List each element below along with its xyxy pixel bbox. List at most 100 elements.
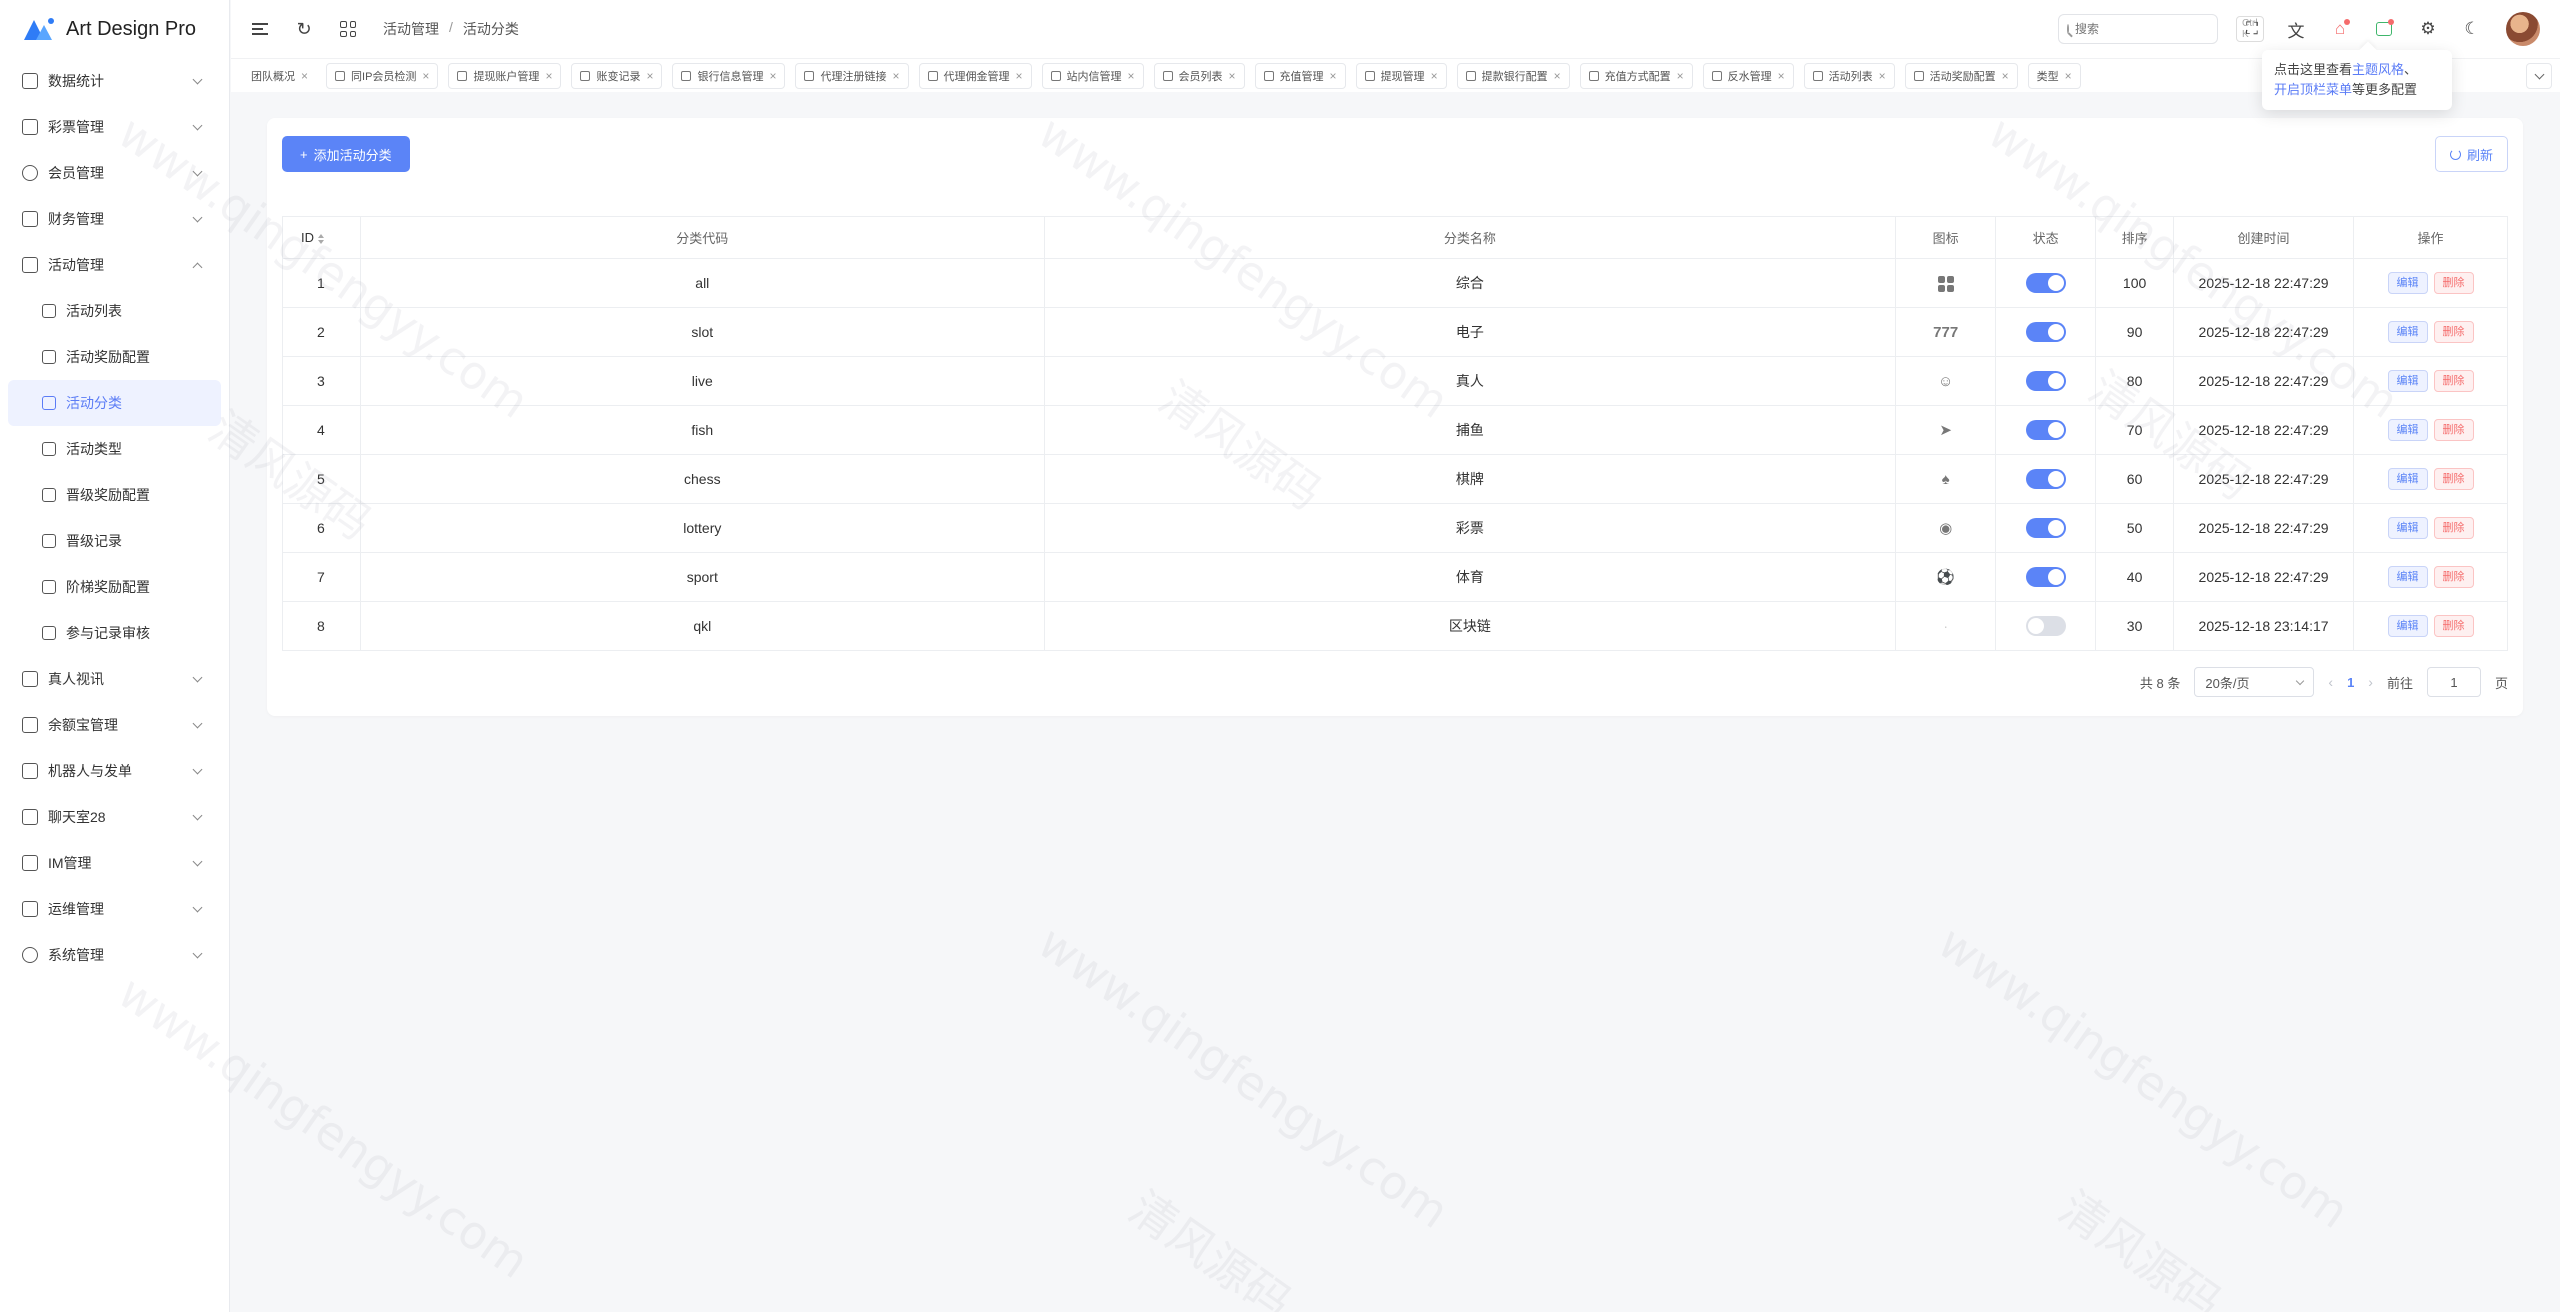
- status-switch[interactable]: [2025, 273, 2066, 293]
- jump-page-input[interactable]: [2426, 667, 2481, 697]
- close-icon[interactable]: ×: [1554, 69, 1561, 83]
- tabs-more-button[interactable]: [2526, 63, 2552, 89]
- tab-agent-commission[interactable]: 代理佣金管理 ×: [918, 62, 1032, 89]
- sidebar-item-data-stats[interactable]: 数据统计: [0, 58, 229, 104]
- sidebar-item-member-mgmt[interactable]: 会员管理: [0, 150, 229, 196]
- delete-button[interactable]: 删除: [2433, 517, 2474, 539]
- close-icon[interactable]: ×: [1016, 69, 1023, 83]
- tab-activity-reward-config[interactable]: 活动奖励配置 ×: [1904, 62, 2018, 89]
- sidebar-item-activity-mgmt[interactable]: 活动管理: [0, 242, 229, 288]
- status-switch[interactable]: [2025, 616, 2066, 636]
- tab-bank-info[interactable]: 银行信息管理 ×: [672, 62, 786, 89]
- sidebar-item-ops-mgmt[interactable]: 运维管理: [0, 886, 229, 932]
- chat-monitor-icon[interactable]: [2374, 19, 2394, 39]
- tab-balance-records[interactable]: 账变记录 ×: [571, 62, 663, 89]
- edit-button[interactable]: 编辑: [2387, 517, 2428, 539]
- sidebar-item-finance-mgmt[interactable]: 财务管理: [0, 196, 229, 242]
- sidebar-item-system-mgmt[interactable]: 系统管理: [0, 932, 229, 978]
- edit-button[interactable]: 编辑: [2387, 370, 2428, 392]
- close-icon[interactable]: ×: [769, 69, 776, 83]
- sidebar-item-live-video[interactable]: 真人视讯: [0, 656, 229, 702]
- status-switch[interactable]: [2025, 420, 2066, 440]
- tab-recharge-mgmt[interactable]: 充值管理 ×: [1254, 62, 1346, 89]
- language-icon[interactable]: 文: [2286, 19, 2306, 41]
- status-switch[interactable]: [2025, 322, 2066, 342]
- sidebar-item-activity-type[interactable]: 活动类型: [0, 426, 229, 472]
- column-header-id[interactable]: ID: [282, 216, 361, 259]
- close-icon[interactable]: ×: [2002, 69, 2009, 83]
- sidebar-item-tier-reward-config[interactable]: 阶梯奖励配置: [0, 564, 229, 610]
- settings-gear-icon[interactable]: ⚙: [2418, 19, 2438, 39]
- refresh-button[interactable]: 刷新: [2434, 136, 2508, 172]
- add-category-button[interactable]: + 添加活动分类: [282, 136, 410, 172]
- close-icon[interactable]: ×: [301, 69, 308, 83]
- app-logo[interactable]: Art Design Pro: [0, 0, 229, 58]
- tab-agent-links[interactable]: 代理注册链接 ×: [795, 62, 909, 89]
- edit-button[interactable]: 编辑: [2387, 468, 2428, 490]
- breadcrumb-item[interactable]: 活动管理: [383, 19, 439, 39]
- tooltip-link-top-menu[interactable]: 开启顶栏菜单: [2274, 82, 2352, 97]
- status-switch[interactable]: [2025, 567, 2066, 587]
- sidebar-item-promotion-reward-config[interactable]: 晋级奖励配置: [0, 472, 229, 518]
- delete-button[interactable]: 删除: [2433, 272, 2474, 294]
- delete-button[interactable]: 删除: [2433, 566, 2474, 588]
- fullscreen-icon[interactable]: ⛶: [2242, 19, 2262, 39]
- tab-withdraw-bank-config[interactable]: 提款银行配置 ×: [1456, 62, 1570, 89]
- close-icon[interactable]: ×: [1879, 69, 1886, 83]
- sidebar-item-activity-list[interactable]: 活动列表: [0, 288, 229, 334]
- close-icon[interactable]: ×: [2065, 69, 2072, 83]
- close-icon[interactable]: ×: [422, 69, 429, 83]
- apps-grid-icon[interactable]: [339, 20, 357, 38]
- sidebar-item-promotion-records[interactable]: 晋级记录: [0, 518, 229, 564]
- delete-button[interactable]: 删除: [2433, 419, 2474, 441]
- global-search[interactable]: Ctrl K: [2058, 14, 2264, 44]
- close-icon[interactable]: ×: [1677, 69, 1684, 83]
- tab-rebate-mgmt[interactable]: 反水管理 ×: [1702, 62, 1794, 89]
- delete-button[interactable]: 删除: [2433, 468, 2474, 490]
- edit-button[interactable]: 编辑: [2387, 615, 2428, 637]
- close-icon[interactable]: ×: [892, 69, 899, 83]
- sidebar-item-activity-reward-config[interactable]: 活动奖励配置: [0, 334, 229, 380]
- tab-team-overview[interactable]: 团队概况 ×: [251, 62, 317, 89]
- tooltip-link-theme[interactable]: 主题风格: [2352, 62, 2404, 77]
- close-icon[interactable]: ×: [1330, 69, 1337, 83]
- delete-button[interactable]: 删除: [2433, 321, 2474, 343]
- tab-activity-type[interactable]: 类型 ×: [2027, 62, 2081, 89]
- page-number-current[interactable]: 1: [2347, 675, 2354, 690]
- sort-icon[interactable]: [318, 234, 324, 244]
- status-switch[interactable]: [2025, 469, 2066, 489]
- close-icon[interactable]: ×: [545, 69, 552, 83]
- sidebar-item-lottery-mgmt[interactable]: 彩票管理: [0, 104, 229, 150]
- close-icon[interactable]: ×: [646, 69, 653, 83]
- user-avatar[interactable]: [2506, 12, 2540, 46]
- tab-same-ip-check[interactable]: 同IP会员检测 ×: [326, 62, 439, 89]
- tab-inbox[interactable]: 站内信管理 ×: [1041, 62, 1144, 89]
- close-icon[interactable]: ×: [1431, 69, 1438, 83]
- tab-withdraw-mgmt[interactable]: 提现管理 ×: [1355, 62, 1447, 89]
- status-switch[interactable]: [2025, 518, 2066, 538]
- close-icon[interactable]: ×: [1128, 69, 1135, 83]
- next-page-icon[interactable]: ›: [2368, 674, 2373, 690]
- dark-mode-moon-icon[interactable]: ☾: [2462, 19, 2482, 39]
- reload-icon[interactable]: ↻: [295, 19, 313, 39]
- page-size-select[interactable]: 20条/页: [2194, 667, 2315, 697]
- menu-toggle-icon[interactable]: [251, 20, 269, 38]
- edit-button[interactable]: 编辑: [2387, 321, 2428, 343]
- delete-button[interactable]: 删除: [2433, 615, 2474, 637]
- sidebar-item-activity-category[interactable]: 活动分类: [8, 380, 221, 426]
- status-switch[interactable]: [2025, 371, 2066, 391]
- sidebar-item-robot-orders[interactable]: 机器人与发单: [0, 748, 229, 794]
- close-icon[interactable]: ×: [1778, 69, 1785, 83]
- close-icon[interactable]: ×: [1229, 69, 1236, 83]
- delete-button[interactable]: 删除: [2433, 370, 2474, 392]
- sidebar-item-yuebao-mgmt[interactable]: 余额宝管理: [0, 702, 229, 748]
- edit-button[interactable]: 编辑: [2387, 272, 2428, 294]
- prev-page-icon[interactable]: ‹: [2328, 674, 2333, 690]
- tab-member-list[interactable]: 会员列表 ×: [1153, 62, 1245, 89]
- sidebar-item-participation-review[interactable]: 参与记录审核: [0, 610, 229, 656]
- edit-button[interactable]: 编辑: [2387, 419, 2428, 441]
- edit-button[interactable]: 编辑: [2387, 566, 2428, 588]
- sidebar-item-chatroom28[interactable]: 聊天室28: [0, 794, 229, 840]
- tab-activity-list[interactable]: 活动列表 ×: [1803, 62, 1895, 89]
- tab-withdraw-account[interactable]: 提现账户管理 ×: [448, 62, 562, 89]
